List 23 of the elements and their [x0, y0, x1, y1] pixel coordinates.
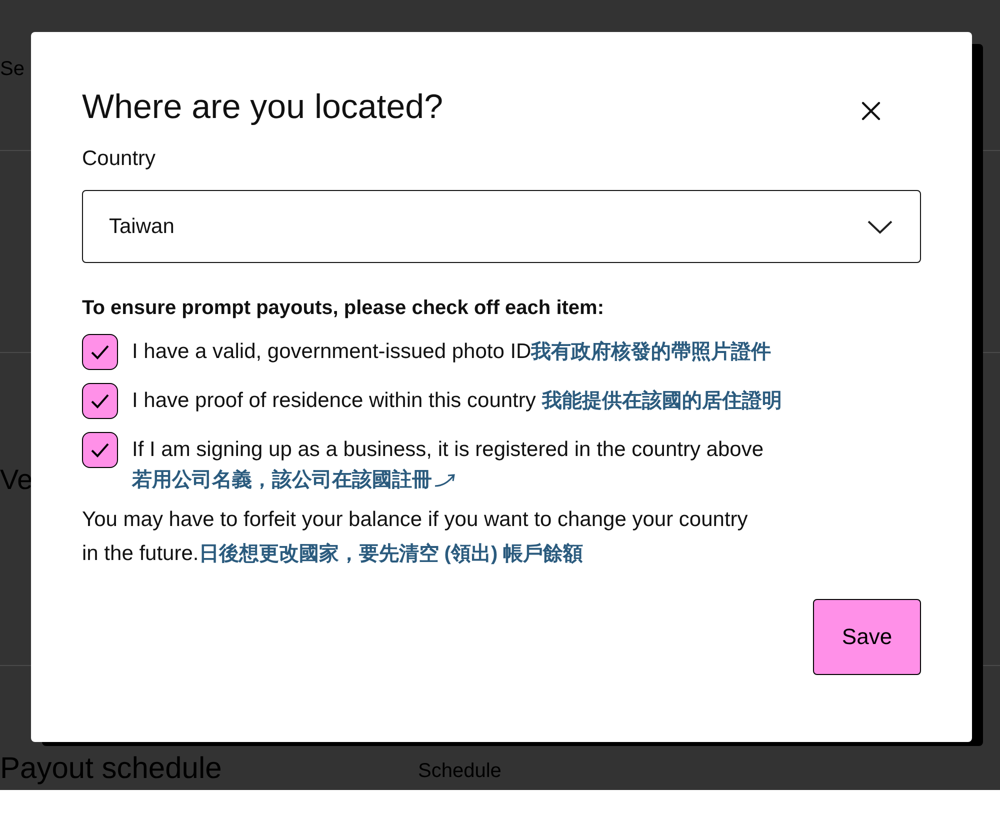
translation-note: 我能提供在該國的居住證明: [542, 390, 782, 412]
checklist-heading: To ensure prompt payouts, please check off each item:: [82, 296, 605, 321]
curved-arrow-icon: [434, 472, 456, 488]
close-icon[interactable]: [861, 101, 881, 121]
checkbox[interactable]: [82, 383, 118, 419]
dialog-title: Where are you located?: [82, 87, 443, 128]
translation-note: 日後想更改國家，要先清空 (領出) 帳戶餘額: [198, 542, 584, 567]
field-label: Country: [82, 146, 157, 172]
checkbox-label: If I am signing up as a business, it is registered in the country above: [132, 438, 764, 461]
warning-text: You may have to forfeit your balance if you want to change your country: [82, 507, 748, 533]
checkmark-icon: [90, 344, 110, 360]
checkmark-icon: [90, 442, 110, 458]
checkbox-label: I have proof of residence within this country: [132, 389, 536, 412]
translation-note: 若用公司名義，該公司在該國註冊: [132, 469, 432, 491]
checkmark-icon: [90, 393, 110, 409]
country-select[interactable]: Taiwan: [82, 190, 921, 263]
chevron-down-icon: [867, 220, 893, 234]
warning-text: in the future.: [82, 541, 199, 567]
checkbox[interactable]: [82, 334, 118, 370]
translation-note: 我有政府核發的帶照片證件: [531, 341, 772, 363]
save-button[interactable]: Save: [813, 599, 921, 675]
checkbox-label: I have a valid, government-issued photo ID: [132, 340, 532, 363]
checkbox[interactable]: [82, 432, 118, 468]
